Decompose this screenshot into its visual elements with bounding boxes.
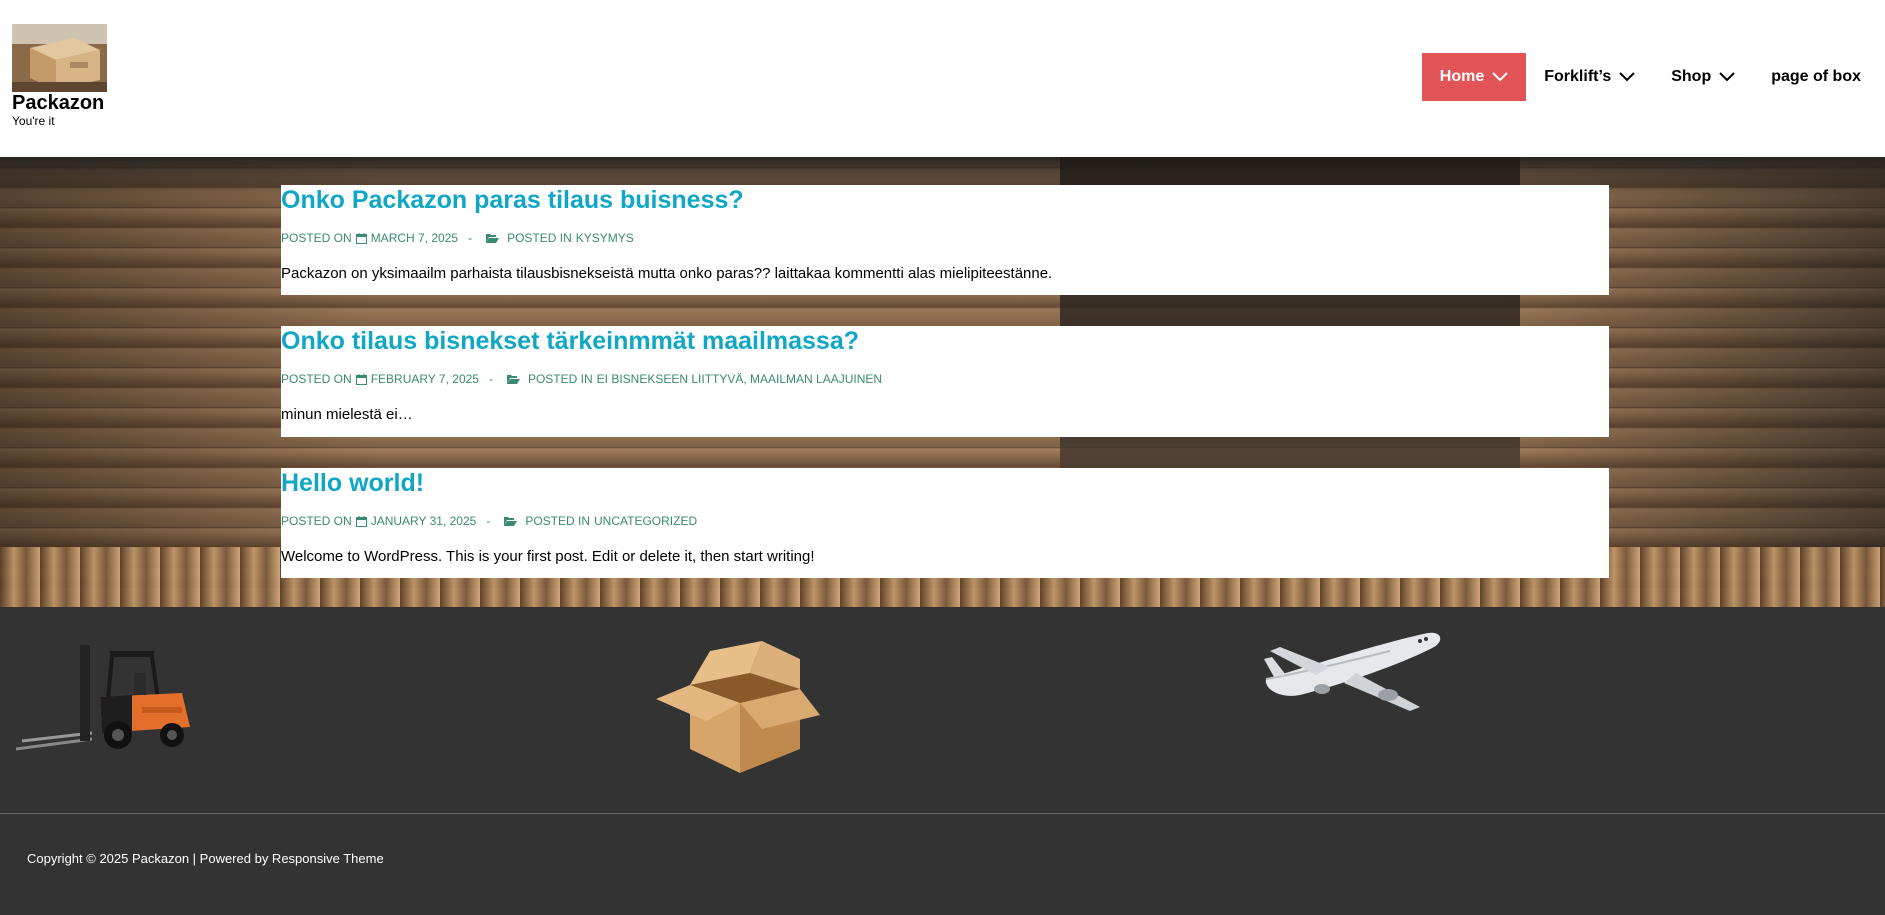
post-date-link[interactable]: MARCH 7, 2025 <box>371 231 458 245</box>
post-date-link[interactable]: JANUARY 31, 2025 <box>371 514 477 528</box>
post-title-link[interactable]: Hello world! <box>281 468 1609 498</box>
calendar-icon <box>355 515 367 527</box>
folder-open-icon <box>486 234 500 243</box>
post-date-link[interactable]: FEBRUARY 7, 2025 <box>371 372 479 386</box>
post-article: Onko Packazon paras tilaus buisness? POS… <box>281 185 1609 295</box>
meta-separator: - <box>488 372 493 386</box>
nav-item-label: page of box <box>1771 68 1861 85</box>
meta-separator: - <box>486 514 491 528</box>
post-category-link[interactable]: EI BISNEKSEEN LIITTYVÄ, MAAILMAN LAAJUIN… <box>597 372 882 386</box>
chevron-down-icon <box>1619 72 1635 82</box>
post-article: Hello world! POSTED ON JANUARY 31, 2025 … <box>281 468 1609 578</box>
post-category-link[interactable]: KYSYMYS <box>576 231 634 245</box>
posted-in-label: POSTED IN <box>525 514 590 528</box>
nav-item-label: Forklift’s <box>1544 68 1612 85</box>
meta-separator: - <box>468 231 473 245</box>
post-category-link[interactable]: UNCATEGORIZED <box>594 514 697 528</box>
post-excerpt: minun mielestä ei… <box>281 406 413 423</box>
forklift-image <box>12 637 194 762</box>
site-footer: Copyright © 2025 Packazon | Powered by R… <box>0 814 1885 915</box>
folder-open-icon <box>504 517 518 526</box>
posted-in-label: POSTED IN <box>527 372 593 386</box>
posted-on-label: POSTED ON <box>281 372 352 386</box>
open-box-image <box>650 637 820 782</box>
folder-open-icon <box>506 375 520 384</box>
nav-item-page-of-box[interactable]: page of box <box>1753 53 1865 101</box>
post-meta: POSTED ON MARCH 7, 2025 - POSTED IN KYSY… <box>281 231 1609 245</box>
posted-in-label: POSTED IN <box>507 231 572 245</box>
calendar-icon <box>355 232 367 244</box>
nav-item-forklifts[interactable]: Forklift’s <box>1526 53 1653 101</box>
nav-item-home[interactable]: Home <box>1421 53 1527 101</box>
airplane-image <box>1260 629 1445 718</box>
nav-item-label: Shop <box>1671 68 1712 85</box>
content-area: Onko Packazon paras tilaus buisness? POS… <box>0 157 1885 607</box>
post-meta: POSTED ON FEBRUARY 7, 2025 - POSTED IN E… <box>281 372 1609 386</box>
post-title-link[interactable]: Onko Packazon paras tilaus buisness? <box>281 185 1609 215</box>
nav-item-label: Home <box>1439 68 1485 85</box>
main-navigation: Home Forklift’s Shop page of box <box>1421 53 1865 101</box>
chevron-down-icon <box>1492 72 1508 82</box>
posted-on-label: POSTED ON <box>281 231 352 245</box>
post-excerpt: Welcome to WordPress. This is your first… <box>281 548 815 565</box>
post-meta: POSTED ON JANUARY 31, 2025 - POSTED IN U… <box>281 514 1609 528</box>
nav-item-shop[interactable]: Shop <box>1653 53 1753 101</box>
posted-on-label: POSTED ON <box>281 514 352 528</box>
site-logo[interactable] <box>12 24 107 92</box>
calendar-icon <box>355 373 367 385</box>
post-article: Onko tilaus bisnekset tärkeinmmät maailm… <box>281 326 1609 437</box>
site-tagline: You're it <box>12 114 55 128</box>
site-header: Packazon You're it Home Forklift’s Shop … <box>0 0 1885 157</box>
post-title-link[interactable]: Onko tilaus bisnekset tärkeinmmät maailm… <box>281 326 1609 356</box>
copyright-text: Copyright © 2025 Packazon | Powered by R… <box>27 851 384 866</box>
footer-widgets <box>0 607 1885 813</box>
chevron-down-icon <box>1719 72 1735 82</box>
post-excerpt: Packazon on yksimaailm parhaista tilausb… <box>281 265 1053 282</box>
site-title[interactable]: Packazon <box>12 92 104 115</box>
